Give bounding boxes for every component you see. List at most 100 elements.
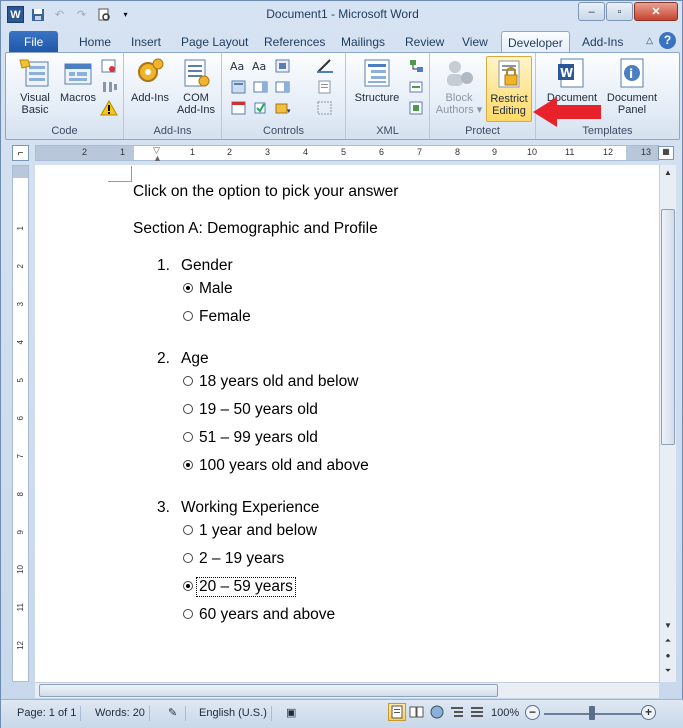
option-label[interactable]: 20 – 59 years [196,577,296,597]
tab-references[interactable]: References [258,31,331,53]
option-label[interactable]: 1 year and below [199,522,317,540]
combo-box-control-icon[interactable] [252,79,270,95]
block-authors-button[interactable]: Block Authors ▾ [434,56,484,116]
full-screen-reading-icon[interactable] [408,703,426,721]
radio-button[interactable] [183,432,193,442]
checkbox-control-icon[interactable] [252,100,270,116]
expansion-packs-icon[interactable] [408,100,426,116]
question-text: Working Experience [181,499,320,516]
zoom-out-button[interactable]: − [525,705,540,720]
option-label[interactable]: Female [199,308,251,326]
tab-selector[interactable]: ⌐ [12,145,29,161]
vertical-scrollbar[interactable]: ▲ ▼ ⏶ ● ⏷ [659,165,676,682]
minimize-button[interactable]: – [578,2,605,21]
radio-button[interactable] [183,311,193,321]
tab-developer[interactable]: Developer [501,31,570,53]
properties-icon[interactable] [316,79,334,95]
radio-button[interactable] [183,525,193,535]
visual-basic-button[interactable]: Visual Basic [13,56,57,116]
web-layout-icon[interactable] [428,703,446,721]
picture-control-icon[interactable] [230,79,248,95]
transformation-icon[interactable] [408,79,426,95]
tab-insert[interactable]: Insert [125,31,167,53]
ruler-number: 6 [379,147,385,157]
horizontal-scrollbar[interactable] [35,682,659,698]
word-window: W ↶ ↷ ▾ Document1 - Microsoft Word – ▫ ✕… [0,0,683,728]
zoom-in-button[interactable]: + [641,705,656,720]
tab-home[interactable]: Home [73,31,117,53]
group-icon[interactable] [316,100,334,116]
ruler-number: 8 [455,147,461,157]
legacy-tools-icon[interactable]: ▾ [274,100,292,116]
option-label[interactable]: 100 years old and above [199,457,369,475]
horizontal-scroll-thumb[interactable] [39,684,498,697]
tab-review[interactable]: Review [399,31,450,53]
drop-down-list-control-icon[interactable] [274,79,292,95]
schema-icon[interactable] [408,58,426,74]
proofing-icon[interactable]: ✎ [164,706,186,721]
status-bar: Page: 1 of 1 Words: 20 ✎ English (U.S.) … [1,699,683,728]
vertical-ruler[interactable]: 1 2 3 4 5 6 7 8 9 10 11 12 [12,165,29,682]
radio-button[interactable] [183,553,193,563]
page-count[interactable]: Page: 1 of 1 [13,706,82,721]
ruler-number: 11 [565,147,575,157]
minimize-ribbon-icon[interactable]: △ [646,35,653,46]
plain-text-control-icon[interactable]: Aa [252,58,270,74]
radio-button[interactable] [183,460,193,470]
tab-file[interactable]: File [9,31,59,53]
zoom-slider-knob[interactable] [589,706,595,720]
tab-page-layout[interactable]: Page Layout [175,31,254,53]
macro-recording-icon[interactable]: ▣ [282,706,304,721]
next-page-icon[interactable]: ⏷ [660,663,676,679]
radio-button[interactable] [183,609,193,619]
tab-mailings[interactable]: Mailings [335,31,391,53]
pause-recording-icon[interactable] [100,79,118,95]
print-layout-view-icon[interactable] [388,703,406,721]
structure-button[interactable]: Structure [350,56,404,104]
restrict-editing-button[interactable]: Restrict Editing [486,56,532,122]
macro-security-icon[interactable] [100,99,118,116]
vertical-scroll-thumb[interactable] [661,209,675,445]
horizontal-ruler[interactable]: 2 1 1 2 3 4 5 6 7 8 9 10 11 12 13 ▽ ▲ [35,145,659,163]
previous-page-icon[interactable]: ⏶ [660,633,676,649]
restrict-editing-label-1: Restrict [490,93,528,105]
tab-add-ins[interactable]: Add-Ins [576,31,629,53]
close-button[interactable]: ✕ [634,2,678,21]
radio-button[interactable] [183,376,193,386]
option-label[interactable]: 19 – 50 years old [199,401,318,419]
tab-view[interactable]: View [456,31,494,53]
rich-text-control-icon[interactable]: Aa [230,58,248,74]
scroll-down-icon[interactable]: ▼ [660,618,676,634]
radio-button[interactable] [183,581,193,591]
word-count[interactable]: Words: 20 [91,706,150,721]
group-code-label: Code [51,125,78,137]
select-browse-object-icon[interactable]: ● [660,648,676,664]
outline-view-icon[interactable] [448,703,466,721]
hanging-indent-icon[interactable]: ▲ [153,153,162,163]
ribbon-tabs: File Home Insert Page Layout References … [1,29,683,53]
visual-basic-icon [18,56,52,90]
option-label[interactable]: 60 years and above [199,606,335,624]
view-ruler-icon[interactable]: ▦ [658,146,674,160]
option-label[interactable]: Male [199,280,233,298]
record-macro-icon[interactable] [100,58,118,74]
building-block-control-icon[interactable] [274,58,292,74]
document-page[interactable] [35,165,659,682]
radio-button[interactable] [183,283,193,293]
option-label[interactable]: 51 – 99 years old [199,429,318,447]
help-icon[interactable]: ? [659,32,676,49]
radio-button[interactable] [183,404,193,414]
language[interactable]: English (U.S.) [195,706,272,721]
scroll-up-icon[interactable]: ▲ [660,165,676,181]
date-picker-control-icon[interactable] [230,100,248,116]
draft-view-icon[interactable] [468,703,486,721]
add-ins-button[interactable]: Add-Ins [129,56,171,104]
document-panel-button[interactable]: i Document Panel [602,56,662,116]
maximize-button[interactable]: ▫ [606,2,633,21]
option-label[interactable]: 2 – 19 years [199,550,284,568]
macros-button[interactable]: Macros [58,56,98,104]
zoom-level[interactable]: 100% [487,706,523,721]
option-label[interactable]: 18 years old and below [199,373,358,391]
design-mode-icon[interactable] [316,58,334,74]
com-add-ins-button[interactable]: COM Add-Ins [174,56,218,116]
